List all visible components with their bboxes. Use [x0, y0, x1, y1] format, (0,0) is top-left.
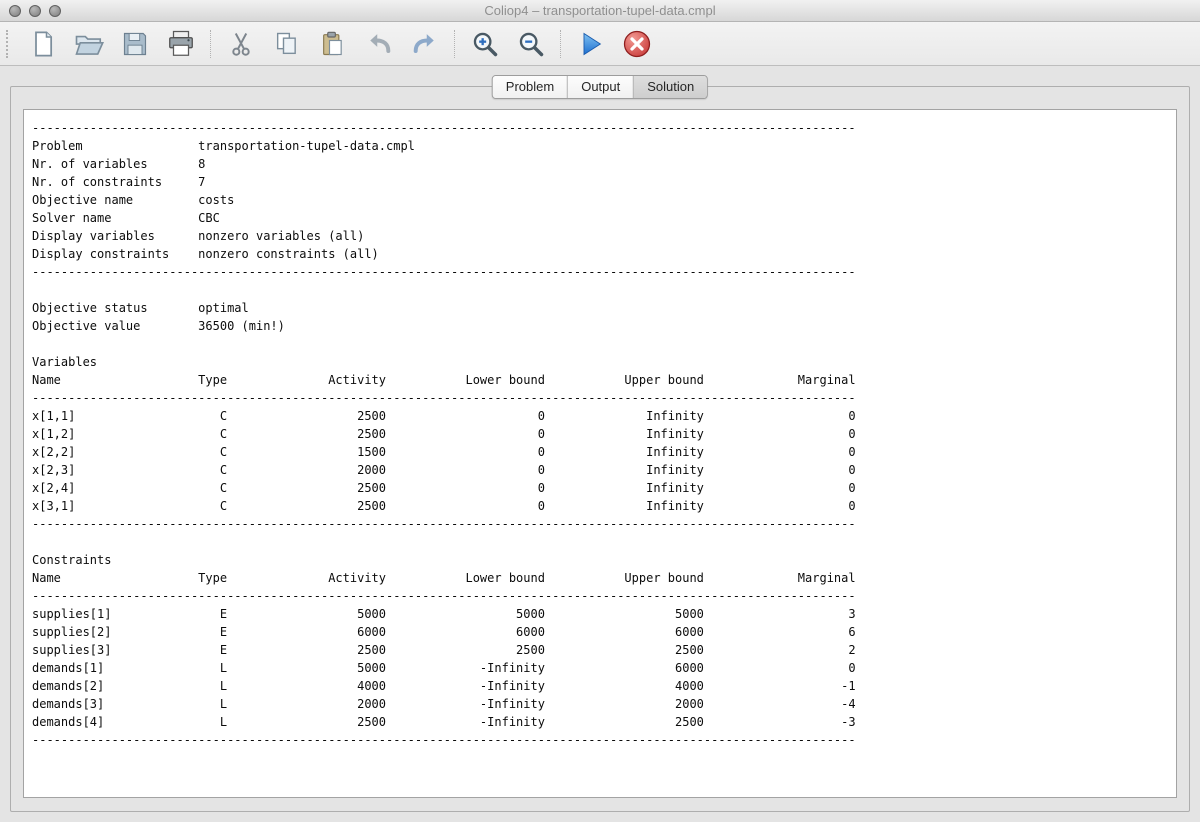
window-title: Coliop4 – transportation-tupel-data.cmpl: [484, 3, 715, 18]
tab-bar: Problem Output Solution: [492, 75, 708, 99]
magnifier-minus-icon: [517, 30, 545, 58]
stop-cross-icon: [622, 29, 652, 59]
tab-pane: ----------------------------------------…: [10, 86, 1190, 812]
toolbar-drag-handle[interactable]: [6, 30, 11, 58]
undo-arrow-icon: [365, 30, 393, 58]
titlebar: Coliop4 – transportation-tupel-data.cmpl: [0, 0, 1200, 22]
traffic-lights: [9, 5, 61, 17]
solution-output: ----------------------------------------…: [24, 110, 1176, 758]
tab-solution[interactable]: Solution: [634, 76, 707, 98]
zoom-in-button[interactable]: [465, 25, 505, 63]
printer-icon: [166, 29, 196, 59]
copy-icon: [273, 30, 301, 58]
tab-problem[interactable]: Problem: [493, 76, 568, 98]
close-window-button[interactable]: [9, 5, 21, 17]
undo-button[interactable]: [359, 25, 399, 63]
zoom-out-button[interactable]: [511, 25, 551, 63]
open-folder-icon: [74, 29, 104, 59]
main-area: Problem Output Solution ----------------…: [0, 66, 1200, 822]
paste-button[interactable]: [313, 25, 353, 63]
clipboard-paste-icon: [319, 30, 347, 58]
copy-button[interactable]: [267, 25, 307, 63]
open-file-button[interactable]: [69, 25, 109, 63]
cut-button[interactable]: [221, 25, 261, 63]
redo-button[interactable]: [405, 25, 445, 63]
new-file-icon: [29, 30, 57, 58]
tab-output[interactable]: Output: [568, 76, 634, 98]
stop-button[interactable]: [617, 25, 657, 63]
app-window: Coliop4 – transportation-tupel-data.cmpl: [0, 0, 1200, 822]
toolbar-separator: [560, 30, 562, 58]
save-file-button[interactable]: [115, 25, 155, 63]
magnifier-plus-icon: [471, 30, 499, 58]
scissors-icon: [227, 30, 255, 58]
new-file-button[interactable]: [23, 25, 63, 63]
run-play-icon: [577, 30, 605, 58]
redo-arrow-icon: [411, 30, 439, 58]
minimize-window-button[interactable]: [29, 5, 41, 17]
toolbar-separator: [454, 30, 456, 58]
run-button[interactable]: [571, 25, 611, 63]
toolbar-separator: [210, 30, 212, 58]
floppy-disk-icon: [121, 30, 149, 58]
zoom-window-button[interactable]: [49, 5, 61, 17]
print-button[interactable]: [161, 25, 201, 63]
solution-text-area[interactable]: ----------------------------------------…: [23, 109, 1177, 798]
toolbar: [0, 22, 1200, 66]
